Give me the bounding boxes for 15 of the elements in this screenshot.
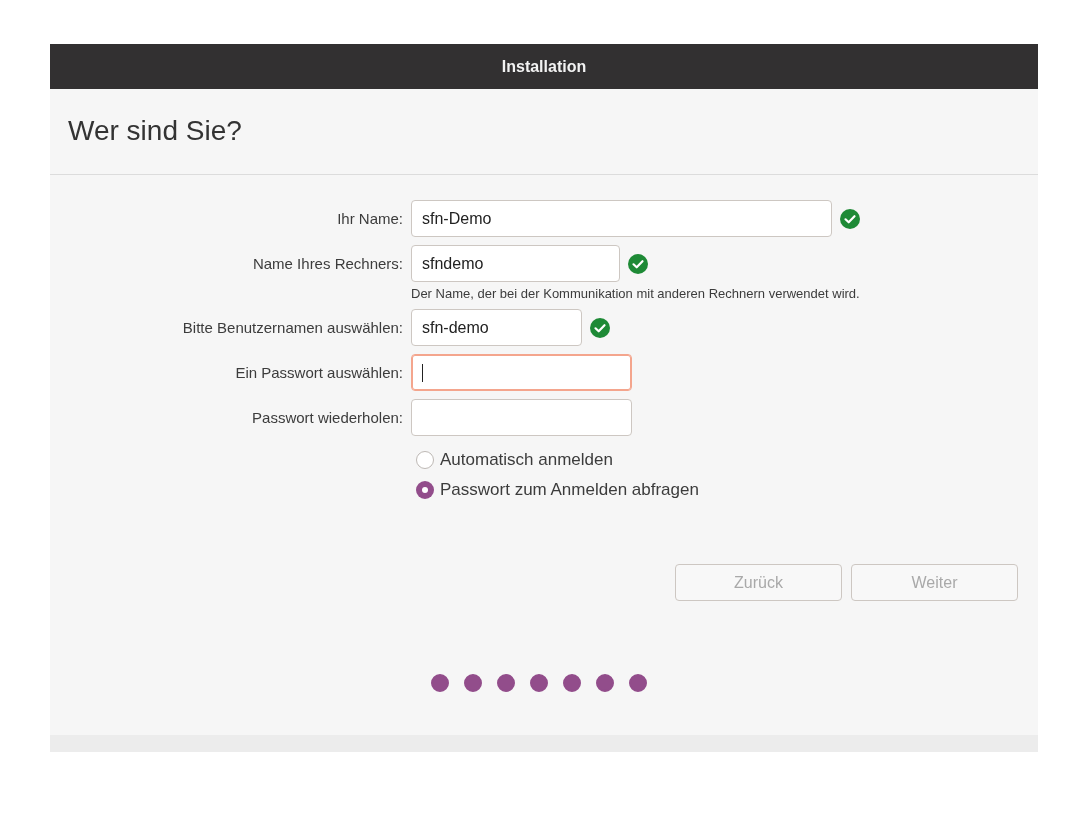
password-field[interactable] xyxy=(411,354,632,391)
hint-text: Der Name, der bei der Kommunikation mit anderen Rechnern verwendet wird. xyxy=(411,286,860,301)
field-label: Ein Passwort auswählen: xyxy=(234,364,403,381)
field-label: Bitte Benutzernamen auswählen: xyxy=(181,319,403,336)
field-label: Passwort wiederholen: xyxy=(251,409,403,426)
field-label: Name Ihres Rechners: xyxy=(251,255,403,272)
radio-option[interactable]: Passwort zum Anmelden abfragen xyxy=(416,480,1038,500)
text-field[interactable]: sfn-Demo xyxy=(411,200,832,237)
page-heading: Wer sind Sie? xyxy=(67,114,243,148)
password-field[interactable] xyxy=(411,399,632,436)
window-title: Installation xyxy=(50,44,1038,89)
radio-option[interactable]: Automatisch anmelden xyxy=(416,450,1038,470)
text-field[interactable]: sfn-demo xyxy=(411,309,582,346)
text-field[interactable]: sfndemo xyxy=(411,245,620,282)
field-label: Ihr Name: xyxy=(336,210,403,227)
